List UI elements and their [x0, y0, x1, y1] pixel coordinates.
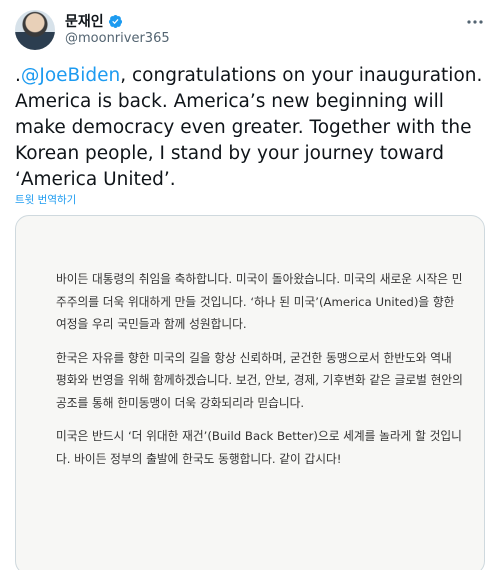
letter-paragraph: 미국은 반드시 ‘더 위대한 재건’(Build Back Better)으로 … [56, 429, 462, 466]
attached-image[interactable]: 바이든 대통령의 취임을 축하합니다. 미국이 돌아왔습니다. 미국의 새로운 … [15, 215, 485, 570]
letter-paragraph: 바이든 대통령의 취임을 축하합니다. 미국이 돌아왔습니다. 미국의 새로운 … [56, 272, 463, 331]
handle[interactable]: @moonriver365 [65, 31, 170, 46]
verified-badge-icon [108, 14, 122, 28]
letter-paragraph: 한국은 자유를 향한 미국의 길을 항상 신뢰하며, 굳건한 동맹으로서 한반도… [56, 350, 463, 410]
tweet-text: .@JoeBiden, congratulations on your inau… [15, 63, 485, 193]
avatar[interactable] [15, 10, 55, 50]
translate-tweet-link[interactable]: 트윗 번역하기 [15, 192, 76, 207]
display-name[interactable]: 문재인 [65, 11, 104, 31]
letter-text: 바이든 대통령의 취임을 축하합니다. 미국이 돌아왔습니다. 미국의 새로운 … [56, 268, 466, 481]
mention-link[interactable]: @JoeBiden [21, 65, 120, 86]
name-row: 문재인 [65, 11, 123, 31]
tweet-header: 문재인 @moonriver365 [15, 10, 485, 50]
more-icon[interactable] [465, 12, 485, 32]
